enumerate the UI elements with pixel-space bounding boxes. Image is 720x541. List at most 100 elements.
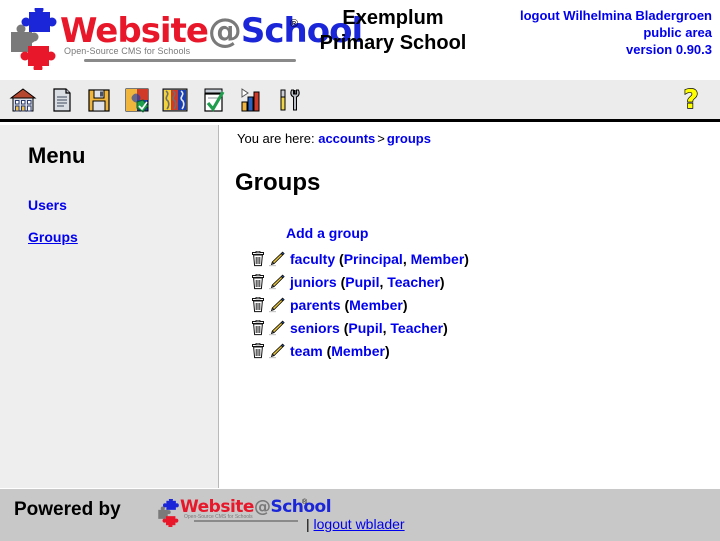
footer-logout-wrap: | logout wblader	[306, 516, 405, 532]
edit-group-button[interactable]	[267, 319, 286, 337]
checklist-icon	[204, 88, 225, 112]
logo-underline	[84, 59, 296, 62]
group-roles-close-paren: )	[443, 319, 448, 336]
footer-site-logo[interactable]: Website@School Open-Source CMS for Schoo…	[156, 495, 332, 529]
home-icon	[9, 88, 37, 112]
delete-group-button[interactable]	[248, 342, 267, 360]
group-name-link[interactable]: juniors	[290, 274, 337, 290]
group-entry-text: juniors (Pupil, Teacher)	[290, 274, 445, 290]
footer-logout-link[interactable]: logout wblader	[314, 516, 405, 532]
group-entry-text: seniors (Pupil, Teacher)	[290, 320, 448, 336]
toolbar-tools-button[interactable]	[272, 83, 306, 117]
group-role-link[interactable]: Member	[349, 297, 403, 313]
group-list: faculty (Principal, Member) juniors (Pupi…	[248, 247, 708, 362]
breadcrumb-link-groups[interactable]: groups	[387, 131, 431, 146]
help-question-icon: ?	[683, 85, 699, 115]
edit-group-button[interactable]	[267, 250, 286, 268]
toolbar-statistics-button[interactable]	[234, 83, 268, 117]
group-role-link[interactable]: Pupil	[345, 274, 379, 290]
page-root: Website@ School Open-Source CMS for Schoo…	[0, 0, 720, 541]
tools-icon	[280, 89, 300, 111]
group-role-link[interactable]: Teacher	[387, 274, 440, 290]
page-body: Menu Users Groups You are here: accounts…	[0, 125, 720, 488]
toolbar-checklist-button[interactable]	[196, 83, 230, 117]
trash-icon	[251, 296, 264, 312]
logo-word-at: @	[207, 11, 242, 51]
delete-group-button[interactable]	[248, 273, 267, 291]
breadcrumb-link-accounts[interactable]: accounts	[318, 131, 375, 146]
page-header: Website@School Open-Source CMS for Schoo…	[0, 0, 720, 80]
group-entry-text: parents (Member)	[290, 297, 408, 313]
breadcrumb: You are here: accounts > groups	[237, 131, 431, 146]
trash-icon	[251, 342, 264, 358]
sidebar-item-groups[interactable]: Groups	[28, 229, 78, 245]
group-role-link[interactable]: Pupil	[348, 320, 382, 336]
content-area: You are here: accounts > groups Groups Add…	[220, 125, 720, 488]
trash-icon	[251, 319, 264, 335]
group-name-link[interactable]: parents	[290, 297, 341, 313]
group-role-link[interactable]: Member	[411, 251, 465, 267]
toolbar-help-button[interactable]: ?	[676, 83, 706, 117]
toolbar-home-button[interactable]	[6, 83, 40, 117]
group-roles-close-paren: )	[439, 273, 445, 290]
group-list-item: parents (Member)	[248, 293, 708, 316]
header-logout-link[interactable]: logout Wilhelmina Bladergroen	[520, 7, 712, 24]
footer-separator: |	[306, 516, 310, 532]
pencil-icon	[269, 297, 285, 312]
page-footer: Powered by Website@School Open-Source CM…	[0, 488, 720, 541]
footer-logo-underline	[194, 520, 298, 522]
header-account-block: logout Wilhelmina Bladergroen public are…	[520, 7, 712, 58]
sidebar: Menu Users Groups	[0, 125, 219, 488]
group-roles-separator: ,	[402, 250, 411, 267]
site-logo[interactable]: Website@School Open-Source CMS for Schoo…	[8, 6, 363, 74]
group-list-item: team (Member)	[248, 339, 708, 362]
group-name-link[interactable]: seniors	[290, 320, 340, 336]
breadcrumb-prefix: You are here:	[237, 131, 315, 146]
add-group-link[interactable]: Add a group	[286, 225, 368, 241]
group-roles-close-paren: )	[464, 250, 469, 267]
edit-group-button[interactable]	[267, 342, 286, 360]
sidebar-menu-list: Users Groups	[28, 197, 198, 261]
group-roles-close-paren: )	[384, 342, 390, 359]
main-toolbar: ?	[0, 80, 720, 122]
add-group-wrap: Add a group	[286, 225, 368, 241]
footer-logo-registered-mark: ®	[302, 499, 308, 506]
group-name-link[interactable]: faculty	[290, 251, 335, 267]
logo-registered-mark: ®	[290, 18, 299, 30]
svg-text:?: ?	[683, 85, 698, 115]
pencil-icon	[269, 251, 285, 266]
save-floppy-icon	[88, 89, 110, 112]
edit-group-button[interactable]	[267, 273, 286, 291]
edit-group-button[interactable]	[267, 296, 286, 314]
group-name-link[interactable]: team	[290, 343, 323, 359]
school-name-line1: Exemplum	[342, 7, 444, 29]
sidebar-item-users[interactable]: Users	[28, 197, 67, 213]
delete-group-button[interactable]	[248, 250, 267, 268]
powered-by-label: Powered by	[14, 499, 121, 520]
group-role-link[interactable]: Principal	[344, 251, 403, 267]
pencil-icon	[269, 274, 285, 289]
toolbar-page-button[interactable]	[44, 83, 78, 117]
logo-word-website: Website	[60, 11, 209, 51]
page-icon	[53, 88, 71, 112]
delete-group-button[interactable]	[248, 296, 267, 314]
logo-wordmark: Website@School Open-Source CMS for Schoo…	[60, 11, 363, 68]
group-list-item: juniors (Pupil, Teacher)	[248, 270, 708, 293]
toolbar-modules-button[interactable]	[120, 83, 154, 117]
group-roles-close-paren: )	[402, 296, 408, 313]
school-name: Exemplum Primary School	[300, 6, 486, 56]
header-area-label: public area	[643, 25, 712, 40]
puzzle-pieces-icon	[11, 8, 57, 70]
toolbar-save-button[interactable]	[82, 83, 116, 117]
logo-tagline: Open-Source CMS for Schools	[64, 46, 191, 56]
modules-icon	[125, 88, 149, 113]
toolbar-areas-button[interactable]	[158, 83, 192, 117]
breadcrumb-separator: >	[377, 131, 385, 146]
pencil-icon	[269, 320, 285, 335]
group-list-item: faculty (Principal, Member)	[248, 247, 708, 270]
delete-group-button[interactable]	[248, 319, 267, 337]
toolbar-icon-group	[6, 83, 306, 117]
footer-logo-word-school: School	[270, 497, 332, 517]
group-role-link[interactable]: Member	[331, 343, 385, 359]
group-role-link[interactable]: Teacher	[390, 320, 443, 336]
